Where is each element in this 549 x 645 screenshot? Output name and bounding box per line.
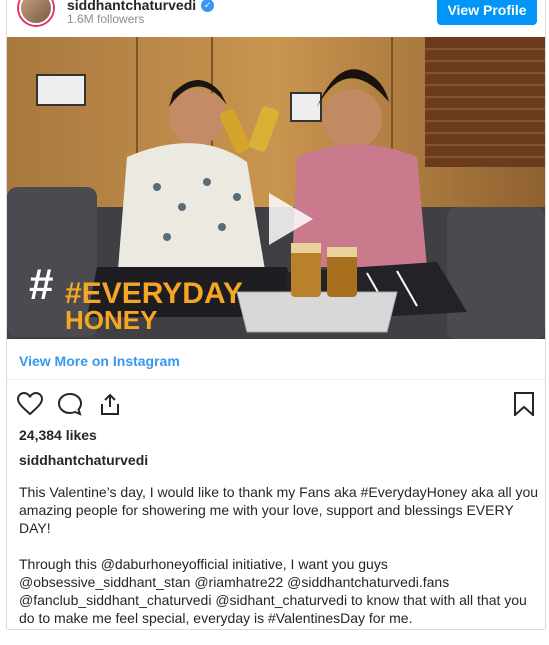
instagram-embed-card: siddhantchaturvedi ✓ 1.6M followers View…: [6, 0, 546, 630]
overlay-text-honey: HONEY: [65, 305, 157, 335]
view-profile-button[interactable]: View Profile: [437, 0, 537, 25]
person-left-head: [169, 89, 225, 145]
switch-panel-left: [36, 74, 86, 106]
caption-paragraph-1: This Valentine’s day, I would like to th…: [19, 484, 539, 536]
switch-panel-right: [290, 92, 322, 122]
post-header: siddhantchaturvedi ✓ 1.6M followers View…: [7, 0, 545, 37]
honey-jar-2: [327, 252, 357, 297]
view-more-link[interactable]: View More on Instagram: [19, 353, 180, 369]
caption-paragraph-2: Through this @daburhoneyofficial initiat…: [19, 556, 527, 626]
avatar[interactable]: [19, 0, 53, 25]
likes-count: 24,384 likes: [19, 427, 97, 443]
verified-badge-icon: ✓: [201, 0, 215, 12]
play-icon[interactable]: [255, 187, 319, 251]
basket: [236, 291, 398, 333]
video-thumbnail[interactable]: # #EVERYDAY HONEY: [7, 37, 545, 339]
comment-icon[interactable]: [57, 392, 83, 416]
divider: [7, 379, 545, 380]
action-bar: [17, 392, 123, 416]
caption: This Valentine’s day, I would like to th…: [19, 483, 539, 645]
window-blinds: [425, 37, 545, 167]
followers-count: 1.6M followers: [67, 12, 145, 26]
person-right-head: [322, 89, 382, 149]
bookmark-icon[interactable]: [513, 392, 535, 416]
caption-username[interactable]: siddhantchaturvedi: [19, 452, 148, 468]
share-icon[interactable]: [97, 392, 123, 416]
person-left-shirt: [117, 143, 267, 282]
honey-jar-1: [291, 247, 321, 297]
overlay-hash: #: [29, 260, 53, 309]
heart-icon[interactable]: [17, 392, 43, 416]
